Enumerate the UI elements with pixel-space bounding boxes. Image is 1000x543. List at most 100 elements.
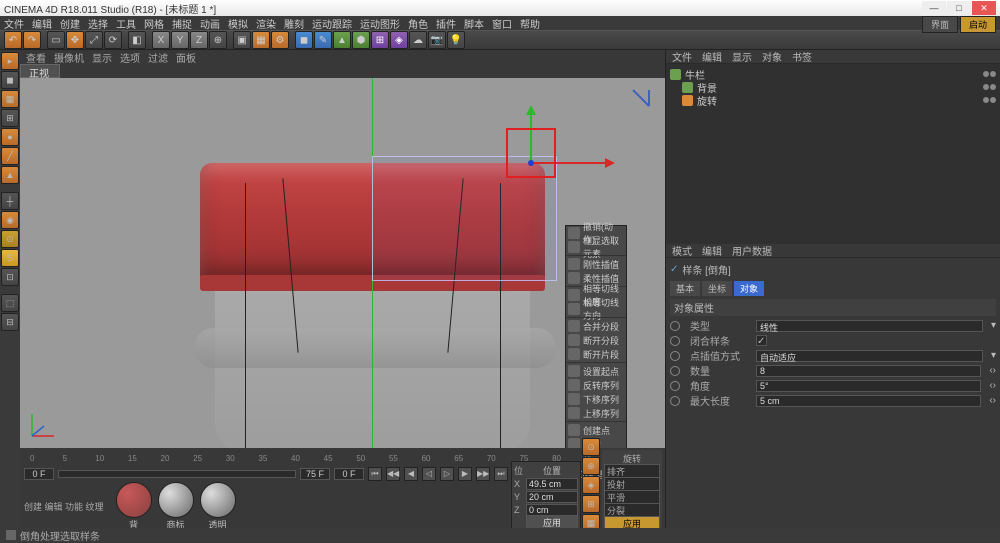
- redo-button[interactable]: ↷: [23, 31, 41, 49]
- environment-button[interactable]: ☁: [409, 31, 427, 49]
- visibility-dots[interactable]: [982, 82, 996, 93]
- point-mode-button[interactable]: ●: [1, 128, 19, 146]
- ctx-item[interactable]: 合并分段: [566, 319, 626, 333]
- visibility-dots[interactable]: [982, 95, 996, 106]
- array-button[interactable]: ⊞: [371, 31, 389, 49]
- attr-anim-dot[interactable]: [670, 381, 680, 391]
- menu-选择[interactable]: 选择: [88, 16, 108, 31]
- object-manager[interactable]: 牛栏背景旋转: [666, 64, 1000, 244]
- spline-pen-button[interactable]: ✎: [314, 31, 332, 49]
- menu-模拟[interactable]: 模拟: [228, 16, 248, 31]
- next-key-button[interactable]: ▶▶: [476, 467, 490, 481]
- object-tree-item[interactable]: 旋转: [670, 94, 996, 107]
- ctx-item[interactable]: 框显选取元素: [566, 240, 626, 254]
- current-frame-field[interactable]: 0 F: [334, 468, 364, 480]
- strip-tool-3[interactable]: ◈: [582, 476, 600, 494]
- snap-2d-button[interactable]: ⊟: [1, 313, 19, 331]
- attr-checkbox[interactable]: ✓: [756, 335, 767, 346]
- model-mode-button[interactable]: ◼: [1, 71, 19, 89]
- layout-tab-ui[interactable]: 界面: [922, 16, 958, 33]
- attr-header-tab[interactable]: 模式: [672, 243, 692, 258]
- close-button[interactable]: ✕: [972, 1, 996, 15]
- light-button[interactable]: 💡: [447, 31, 465, 49]
- viewport-tab[interactable]: 面板: [176, 50, 196, 65]
- prev-frame-button[interactable]: ◀: [404, 467, 418, 481]
- render-settings-button[interactable]: ⚙: [271, 31, 289, 49]
- rotate-tool-button[interactable]: ⟳: [104, 31, 122, 49]
- menu-捕捉[interactable]: 捕捉: [172, 16, 192, 31]
- spinner-icon[interactable]: ‹›: [989, 395, 996, 406]
- attr-field[interactable]: 自动适应: [756, 350, 983, 362]
- minimize-button[interactable]: —: [922, 1, 946, 15]
- ctx-item[interactable]: 上移序列: [566, 406, 626, 420]
- deformer-button[interactable]: ◈: [390, 31, 408, 49]
- axis-x-button[interactable]: X: [152, 31, 170, 49]
- prev-key-button[interactable]: ◀◀: [386, 467, 400, 481]
- spinner-icon[interactable]: ‹›: [989, 380, 996, 391]
- viewport-tab[interactable]: 过滤: [148, 50, 168, 65]
- obj-tab[interactable]: 文件: [672, 49, 692, 64]
- material-preview[interactable]: [200, 482, 236, 518]
- menu-窗口[interactable]: 窗口: [492, 16, 512, 31]
- recent-tool-button[interactable]: ◧: [128, 31, 146, 49]
- dropdown-arrow-icon[interactable]: ▾: [991, 320, 996, 331]
- menu-插件[interactable]: 插件: [436, 16, 456, 31]
- ctx-item[interactable]: 断开片段: [566, 347, 626, 361]
- attr-anim-dot[interactable]: [670, 366, 680, 376]
- menu-运动跟踪[interactable]: 运动跟踪: [312, 16, 352, 31]
- ctx-item[interactable]: 断开分段: [566, 333, 626, 347]
- attr-field[interactable]: 5°: [756, 380, 981, 392]
- axis-button[interactable]: ┼: [1, 192, 19, 210]
- primitive-cube-button[interactable]: ◼: [295, 31, 313, 49]
- obj-tab[interactable]: 编辑: [702, 49, 722, 64]
- edge-mode-button[interactable]: ╱: [1, 147, 19, 165]
- strip-tool-1[interactable]: ⊙: [582, 438, 600, 456]
- attr-subtab[interactable]: 对象: [734, 281, 764, 296]
- workplane-button[interactable]: ⊞: [1, 109, 19, 127]
- goto-start-button[interactable]: ⏮: [368, 467, 382, 481]
- undo-button[interactable]: ↶: [4, 31, 22, 49]
- strip-tool-4[interactable]: ⊞: [582, 495, 600, 513]
- next-frame-button[interactable]: ▶: [458, 467, 472, 481]
- coord-y-field[interactable]: 20 cm: [526, 491, 578, 503]
- menu-网格[interactable]: 网格: [144, 16, 164, 31]
- camera-button[interactable]: 📷: [428, 31, 446, 49]
- spinner-icon[interactable]: ‹›: [989, 365, 996, 376]
- attr-anim-dot[interactable]: [670, 351, 680, 361]
- ctx-item[interactable]: 下移序列: [566, 392, 626, 406]
- object-tree-item[interactable]: 牛栏: [670, 68, 996, 81]
- snap-enable-button[interactable]: ⊙: [1, 230, 19, 248]
- end-frame-field[interactable]: 75 F: [300, 468, 330, 480]
- dropdown-arrow-icon[interactable]: ▾: [991, 350, 996, 361]
- ctx-item[interactable]: 创建点: [566, 423, 626, 437]
- viewport-tab[interactable]: 显示: [92, 50, 112, 65]
- attr-header-tab[interactable]: 编辑: [702, 243, 722, 258]
- ctx-item[interactable]: 设置起点: [566, 364, 626, 378]
- ctx-item[interactable]: 刚性插值: [566, 257, 626, 271]
- menu-雕刻[interactable]: 雕刻: [284, 16, 304, 31]
- viewport-tab[interactable]: 摄像机: [54, 50, 84, 65]
- menu-文件[interactable]: 文件: [4, 16, 24, 31]
- ctx-item[interactable]: 反转序列: [566, 378, 626, 392]
- make-editable-button[interactable]: ▸: [1, 52, 19, 70]
- play-backward-button[interactable]: ◁: [422, 467, 436, 481]
- workplane-mode-button[interactable]: ⊡: [1, 268, 19, 286]
- material-preview[interactable]: [116, 482, 152, 518]
- polygon-mode-button[interactable]: ▲: [1, 166, 19, 184]
- material-preview[interactable]: [158, 482, 194, 518]
- obj-tab[interactable]: 显示: [732, 49, 752, 64]
- menu-创建[interactable]: 创建: [60, 16, 80, 31]
- strip-tool-2[interactable]: ⊕: [582, 457, 600, 475]
- menu-工具[interactable]: 工具: [116, 16, 136, 31]
- menu-动画[interactable]: 动画: [200, 16, 220, 31]
- obj-tab[interactable]: 书签: [792, 49, 812, 64]
- menu-编辑[interactable]: 编辑: [32, 16, 52, 31]
- snap-3d-button[interactable]: ⬚: [1, 294, 19, 312]
- ctx-item[interactable]: 相等切线方向: [566, 302, 626, 316]
- axis-y-button[interactable]: Y: [171, 31, 189, 49]
- coord-system-button[interactable]: ⊕: [209, 31, 227, 49]
- object-tree-item[interactable]: 背景: [670, 81, 996, 94]
- goto-end-button[interactable]: ⏭: [494, 467, 508, 481]
- menu-脚本[interactable]: 脚本: [464, 16, 484, 31]
- coord-z-field[interactable]: 0 cm: [526, 504, 578, 516]
